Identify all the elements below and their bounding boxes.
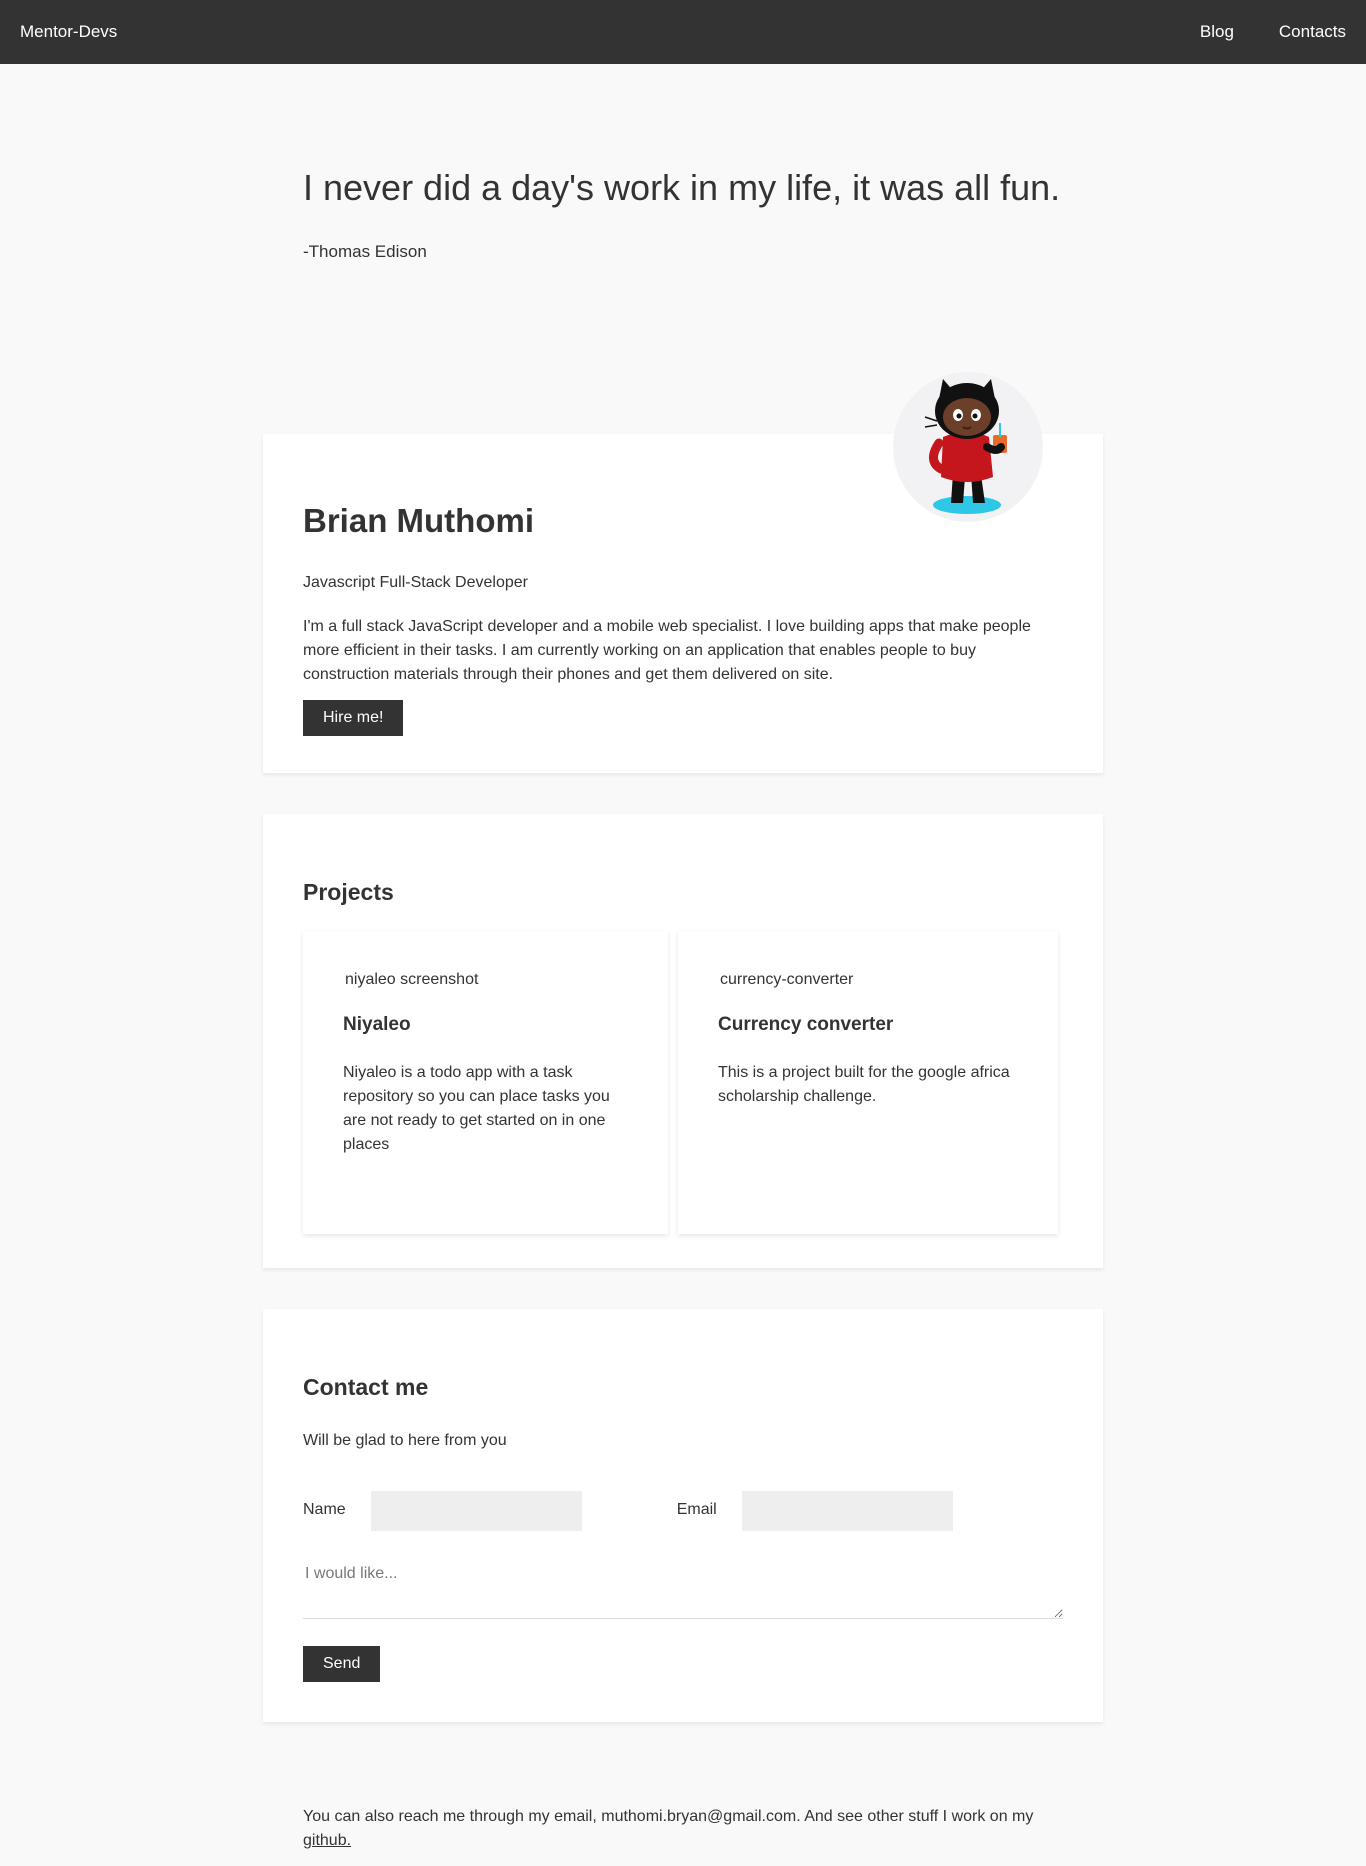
- project-image-currency-converter: currency-converter: [718, 969, 1018, 991]
- name-label: Name: [303, 1501, 346, 1519]
- message-textarea[interactable]: [303, 1554, 1063, 1619]
- project-description: This is a project built for the google a…: [718, 1064, 1010, 1106]
- contact-subtitle: Will be glad to here from you: [303, 1432, 507, 1450]
- project-image-alt: currency-converter: [720, 971, 854, 989]
- top-navbar: Mentor-Devs Blog Contacts: [0, 0, 1366, 64]
- project-title: Niyaleo: [343, 1013, 411, 1035]
- github-link[interactable]: github.: [303, 1832, 351, 1849]
- quote-text: I never did a day's work in my life, it …: [303, 167, 1061, 208]
- project-card-niyaleo: niyaleo screenshot Niyaleo Niyaleo is a …: [303, 931, 668, 1235]
- profile-role: Javascript Full-Stack Developer: [303, 574, 528, 592]
- octocat-icon: [924, 379, 1007, 514]
- projects-list: niyaleo screenshot Niyaleo Niyaleo is a …: [303, 931, 1063, 1235]
- brand-link[interactable]: Mentor-Devs: [20, 20, 117, 44]
- project-title: Currency converter: [718, 1013, 894, 1035]
- contact-title: Contact me: [303, 1374, 429, 1400]
- nav-link-blog[interactable]: Blog: [1200, 20, 1234, 44]
- project-description: Niyaleo is a todo app with a task reposi…: [343, 1064, 610, 1154]
- send-button[interactable]: Send: [303, 1645, 381, 1682]
- projects-card: Projects niyaleo screenshot Niyaleo Niya…: [263, 814, 1103, 1268]
- email-label: Email: [676, 1501, 717, 1519]
- footer-contact: You can also reach me through my email, …: [263, 1722, 1103, 1853]
- nav-links: Blog Contacts: [1200, 20, 1346, 44]
- profile-bio: I'm a full stack JavaScript developer an…: [303, 617, 1031, 683]
- contact-form-row: Name Email: [303, 1490, 1063, 1531]
- project-image-alt: niyaleo screenshot: [345, 971, 479, 989]
- projects-title: Projects: [303, 879, 394, 905]
- avatar: [893, 372, 1043, 522]
- page-container: I never did a day's work in my life, it …: [263, 64, 1103, 1853]
- nav-link-contacts[interactable]: Contacts: [1279, 20, 1346, 44]
- contact-card: Contact me Will be glad to here from you…: [263, 1309, 1103, 1722]
- name-field[interactable]: [370, 1490, 582, 1531]
- profile-card: Brian Muthomi Javascript Full-Stack Deve…: [263, 372, 1103, 773]
- email-field[interactable]: [741, 1490, 953, 1531]
- hire-me-button[interactable]: Hire me!: [303, 699, 404, 736]
- footer-text: You can also reach me through my email, …: [303, 1808, 1034, 1825]
- project-image-niyaleo: niyaleo screenshot: [343, 969, 628, 991]
- project-card-currency-converter: currency-converter Currency converter Th…: [678, 931, 1058, 1235]
- quote-author: -Thomas Edison: [303, 242, 427, 262]
